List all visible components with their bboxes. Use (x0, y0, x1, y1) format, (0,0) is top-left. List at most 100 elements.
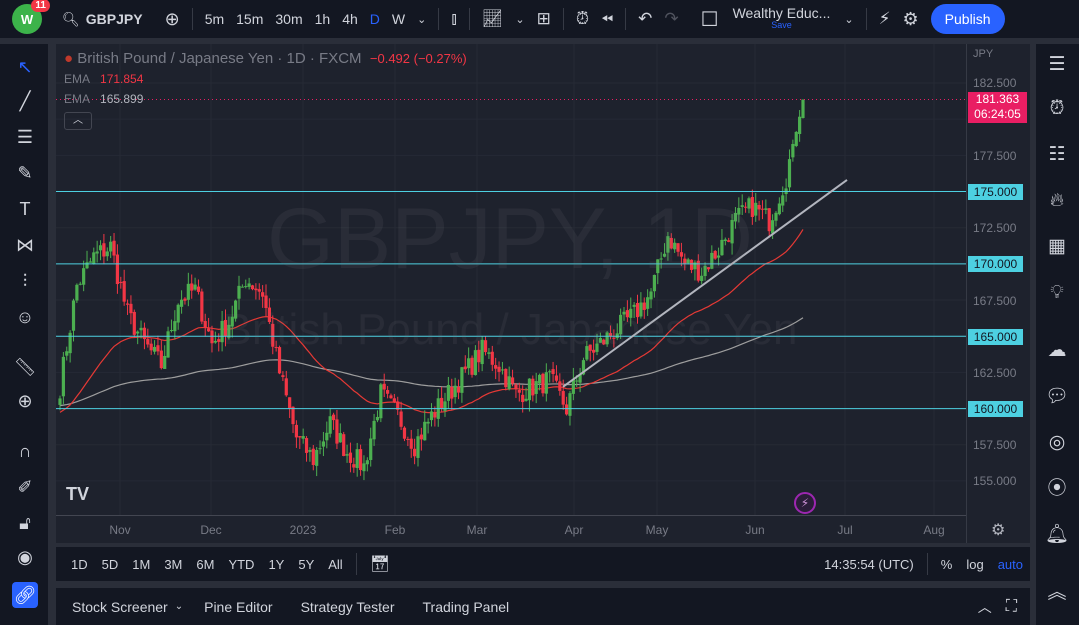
chevron-down-icon[interactable]: ⌄ (838, 13, 859, 26)
forecast-icon[interactable]: ⫶ (12, 268, 38, 294)
collapse-icon[interactable]: ︽ (1042, 578, 1072, 608)
zoom-in-icon[interactable]: ⊕ (12, 388, 38, 414)
interval-d[interactable]: D (364, 11, 386, 27)
streams-icon[interactable]: ◎ (1042, 428, 1072, 458)
undo-icon[interactable]: ↶ (632, 9, 658, 29)
candle-body (598, 338, 602, 343)
search-icon[interactable]: 🔍︎ (56, 11, 86, 28)
redo-icon[interactable]: ↷ (658, 9, 684, 29)
currency-selector[interactable]: JPY (973, 48, 993, 60)
calendar-icon[interactable]: ▦ (1042, 232, 1072, 262)
candle-body (92, 252, 96, 264)
symbol-search[interactable]: GBPJPY (86, 11, 149, 27)
range-1m[interactable]: 1M (125, 557, 157, 572)
fib-icon[interactable]: ☰ (12, 124, 38, 150)
interval-1h[interactable]: 1h (309, 11, 337, 27)
data-window-icon[interactable]: ☷ (1042, 140, 1072, 170)
ema-label[interactable]: EMA (64, 72, 90, 86)
tab-pine-editor[interactable]: Pine Editor (197, 599, 279, 615)
user-avatar[interactable]: W 11 (12, 0, 50, 34)
magnet-icon[interactable]: ∩ (12, 438, 38, 464)
cursor-icon[interactable]: ↖ (12, 54, 38, 80)
hotlist-fire-icon[interactable]: 🔥︎ (1042, 186, 1072, 216)
price-axis[interactable]: JPY 182.500 177.500 172.500 167.500 162.… (966, 44, 1030, 543)
candle-body (497, 366, 501, 372)
maximize-panel-icon[interactable]: ⛶ (999, 598, 1024, 616)
range-3m[interactable]: 3M (157, 557, 189, 572)
tab-trading-panel[interactable]: Trading Panel (416, 599, 517, 615)
quick-search-icon[interactable]: ⚡︎ (873, 9, 897, 29)
gear-icon[interactable]: ⚙︎ (897, 9, 925, 30)
candle-body (588, 344, 592, 351)
level-label: 165.000 (968, 329, 1023, 345)
save-label[interactable]: Save (771, 19, 792, 31)
candle-body (662, 253, 667, 257)
lightning-event-icon[interactable]: ⚡︎ (794, 492, 816, 514)
time-axis[interactable]: Nov Dec 2023 Feb Mar Apr May Jun Jul Aug (56, 515, 966, 543)
range-1y[interactable]: 1Y (261, 557, 291, 572)
alarm-clock-icon[interactable]: ⏰︎ (1042, 94, 1072, 124)
range-1d[interactable]: 1D (64, 557, 95, 572)
replay-icon[interactable]: ⏪︎ (595, 11, 619, 28)
interval-15m[interactable]: 15m (230, 11, 269, 27)
log-toggle[interactable]: log (959, 557, 990, 572)
watchlist-icon[interactable]: ☰ (1042, 50, 1072, 80)
candles-icon[interactable]: ⫾ (445, 9, 462, 29)
candle-body (706, 267, 711, 270)
timezone-clock[interactable]: 14:35:54 (UTC) (817, 557, 921, 572)
collapse-legend-button[interactable]: ︿ (64, 112, 92, 130)
link-icon[interactable]: 🔗︎ (12, 582, 38, 608)
emoji-icon[interactable]: ☺ (12, 304, 38, 330)
layout-grid-icon[interactable]: ⊞ (531, 9, 557, 29)
chevron-down-icon[interactable]: ⌄ (509, 13, 530, 26)
publish-button[interactable]: Publish (930, 4, 1005, 34)
cloud-chat-icon[interactable]: ☁ (1042, 336, 1072, 366)
candle-body (200, 291, 204, 322)
ideas-lightbulb-icon[interactable]: 💡︎ (1042, 278, 1072, 308)
range-5y[interactable]: 5Y (291, 557, 321, 572)
candle-body (304, 438, 309, 453)
pattern-icon[interactable]: ⋈ (12, 232, 38, 258)
eye-icon[interactable]: ◉ (12, 544, 38, 570)
percent-toggle[interactable]: % (934, 557, 960, 572)
compare-add-icon[interactable]: ⊕ (159, 9, 186, 30)
ema-label[interactable]: EMA (64, 92, 90, 106)
interval-4h[interactable]: 4h (336, 11, 364, 27)
trend-line (562, 179, 848, 388)
interval-w[interactable]: W (386, 11, 411, 27)
tab-stock-screener[interactable]: Stock Screener (65, 599, 175, 615)
candle-body (183, 298, 187, 301)
candle-body (308, 450, 312, 452)
ruler-icon[interactable]: 📏︎ (12, 354, 38, 380)
trendline-icon[interactable]: ╱ (12, 88, 38, 114)
text-icon[interactable]: T (12, 196, 38, 222)
layout-name[interactable]: Wealthy Educ... Save (733, 6, 831, 31)
chevron-down-icon[interactable]: ⌄ (175, 601, 183, 612)
fullscreen-square-icon[interactable]: ☐ (695, 7, 725, 32)
indicators-icon[interactable]: 📈︎ (476, 9, 510, 29)
candle-body (507, 376, 511, 390)
range-all[interactable]: All (321, 557, 349, 572)
chevron-down-icon[interactable]: ⌄ (411, 13, 432, 26)
legend-title[interactable]: British Pound / Japanese Yen · 1D · FXCM (77, 50, 361, 67)
candle-body (385, 390, 390, 394)
brush-icon[interactable]: ✎ (12, 160, 38, 186)
settings-gear-icon[interactable]: ⚙︎ (991, 520, 1005, 540)
time-tick: Nov (109, 523, 131, 537)
notifications-bell-icon[interactable]: 🔔︎ (1042, 520, 1072, 550)
auto-toggle[interactable]: auto (991, 557, 1030, 572)
chat-icon[interactable]: 💬︎ (1042, 382, 1072, 412)
chevron-up-icon[interactable]: ︿ (971, 597, 999, 617)
range-ytd[interactable]: YTD (221, 557, 261, 572)
interval-30m[interactable]: 30m (269, 11, 308, 27)
lock-icon[interactable]: 🔓︎ (12, 510, 38, 536)
alert-icon[interactable]: ⏰︎ (570, 9, 595, 29)
goto-date-icon[interactable]: 📅︎ (363, 554, 397, 574)
tradingview-logo[interactable]: TV (66, 484, 89, 505)
interval-5m[interactable]: 5m (199, 11, 230, 27)
range-5d[interactable]: 5D (95, 557, 126, 572)
lock-drawing-icon[interactable]: ✐ (12, 474, 38, 500)
range-6m[interactable]: 6M (189, 557, 221, 572)
tab-strategy-tester[interactable]: Strategy Tester (294, 599, 402, 615)
broadcast-icon[interactable]: ⦿ (1042, 474, 1072, 504)
